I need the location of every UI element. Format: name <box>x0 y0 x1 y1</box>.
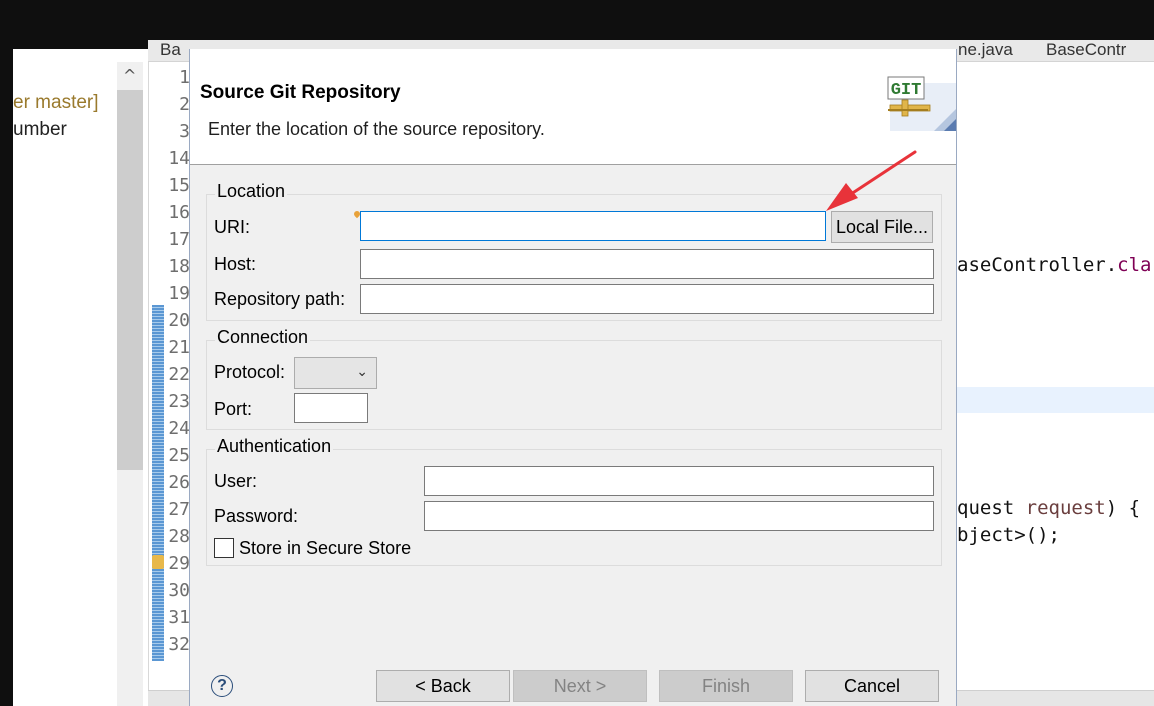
line-number: 25 <box>168 445 190 466</box>
line-number: 32 <box>168 634 190 655</box>
host-label: Host: <box>214 254 257 274</box>
line-number: 28 <box>168 526 190 547</box>
uri-input[interactable] <box>360 211 826 241</box>
line-number: 21 <box>168 337 190 358</box>
user-input[interactable] <box>424 466 934 496</box>
location-group-label: Location <box>215 181 288 202</box>
chevron-down-icon: ⌄ <box>356 364 368 380</box>
current-line-highlight <box>957 387 1154 413</box>
next-button[interactable]: Next > <box>513 670 647 702</box>
package-explorer-scrollbar[interactable]: ^ <box>117 62 143 706</box>
connection-group-label: Connection <box>215 327 311 348</box>
protocol-select[interactable]: ⌄ <box>294 357 377 389</box>
line-number: 16 <box>168 202 190 223</box>
authentication-group-label: Authentication <box>215 436 334 457</box>
local-file-button[interactable]: Local File... <box>831 211 933 243</box>
store-in-secure-store-checkbox[interactable] <box>214 538 234 558</box>
line-number: 24 <box>168 418 190 439</box>
editor-tab-3[interactable]: BaseContr <box>1046 40 1154 60</box>
package-branch-label[interactable]: er master] <box>13 92 99 114</box>
package-item-label[interactable]: umber <box>13 119 67 141</box>
port-label: Port: <box>214 399 253 419</box>
line-number: 20 <box>168 310 190 331</box>
line-number: 22 <box>168 364 190 385</box>
password-input[interactable] <box>424 501 934 531</box>
password-label: Password: <box>214 506 299 526</box>
line-number: 2 <box>179 94 190 115</box>
line-number: 27 <box>168 499 190 520</box>
line-number: 31 <box>168 607 190 628</box>
line-number: 30 <box>168 580 190 601</box>
line-number: 15 <box>168 175 190 196</box>
source-git-repository-dialog: Source Git Repository Enter the location… <box>189 49 957 706</box>
uri-label: URI: <box>214 217 250 237</box>
screen-left-strip <box>0 49 13 706</box>
dialog-title: Source Git Repository <box>200 82 401 103</box>
line-number: 23 <box>168 391 190 412</box>
line-number: 26 <box>168 472 190 493</box>
repository-path-input[interactable] <box>360 284 934 314</box>
editor-tab-1[interactable]: Ba <box>160 40 188 60</box>
repository-path-label: Repository path: <box>214 289 346 309</box>
host-input[interactable] <box>360 249 934 279</box>
protocol-label: Protocol: <box>214 362 286 382</box>
user-label: User: <box>214 471 258 491</box>
line-number: 3 <box>179 121 190 142</box>
scroll-up-icon[interactable]: ^ <box>123 66 137 86</box>
line-number: 1 <box>179 67 190 88</box>
code-line-28[interactable]: bject>(); <box>957 524 1060 546</box>
line-number: 17 <box>168 229 190 250</box>
editor-tab-2[interactable]: ne.java <box>958 40 1028 60</box>
git-logo-text: GIT <box>891 81 922 100</box>
help-icon[interactable]: ? <box>211 675 233 697</box>
finish-button[interactable]: Finish <box>659 670 793 702</box>
line-number: 18 <box>168 256 190 277</box>
line-number: 14 <box>168 148 190 169</box>
port-input[interactable] <box>294 393 368 423</box>
line-number: 29 <box>168 553 190 574</box>
cancel-button[interactable]: Cancel <box>805 670 939 702</box>
git-logo-icon: GIT <box>887 76 956 131</box>
line-number: 19 <box>168 283 190 304</box>
code-line-18[interactable]: aseController.cla <box>957 254 1151 276</box>
store-in-secure-store-label[interactable]: Store in Secure Store <box>239 538 411 559</box>
back-button[interactable]: < Back <box>376 670 510 702</box>
dialog-description: Enter the location of the source reposit… <box>208 119 545 139</box>
dialog-header: Source Git Repository Enter the location… <box>190 49 956 165</box>
scrollbar-thumb[interactable] <box>117 90 143 470</box>
code-line-27[interactable]: quest request) { <box>957 497 1140 519</box>
